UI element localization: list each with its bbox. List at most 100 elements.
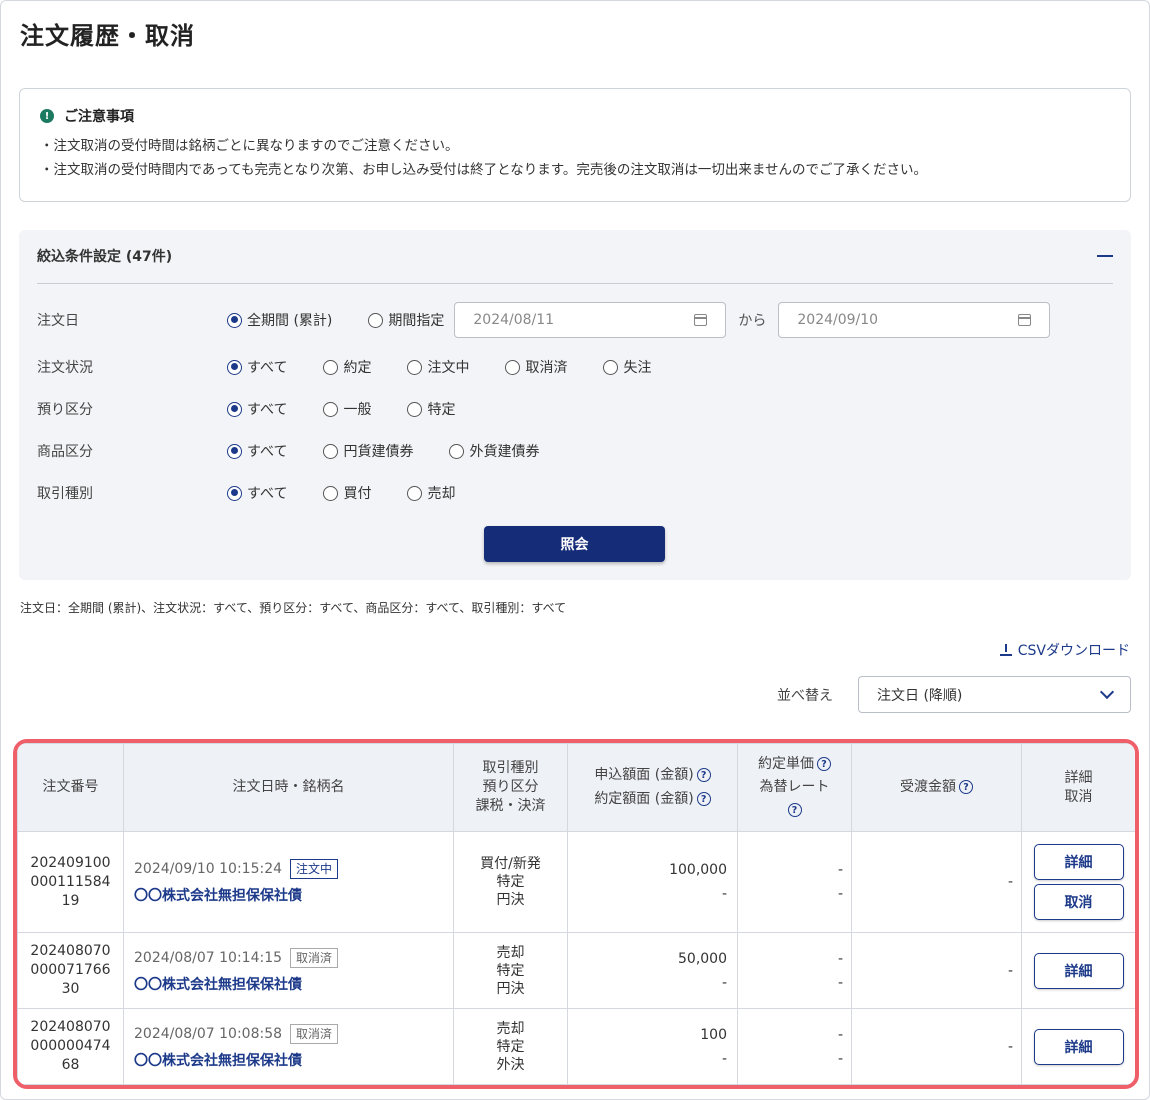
datetime-cell: 2024/08/07 10:08:58 取消済 〇〇株式会社無担保保社債 bbox=[123, 1008, 454, 1085]
radio-product-foreign[interactable]: 外貨建債券 bbox=[449, 441, 539, 461]
rate-cell: -- bbox=[737, 932, 852, 1009]
calendar-icon[interactable] bbox=[694, 314, 708, 326]
collapse-icon[interactable] bbox=[1097, 255, 1113, 257]
sort-select[interactable]: 注文日 (降順) bbox=[858, 676, 1131, 713]
datetime-cell: 2024/09/10 10:15:24 注文中 〇〇株式会社無担保保社債 bbox=[123, 831, 454, 933]
total-cell: - bbox=[851, 1008, 1022, 1085]
radio-status-ordering[interactable]: 注文中 bbox=[407, 357, 469, 377]
page-title: 注文履歴・取消 bbox=[20, 22, 195, 50]
order-no-cell: 202408070 000071766 30 bbox=[17, 932, 124, 1009]
to-date-input[interactable]: 2024/09/10 bbox=[778, 302, 1051, 338]
filter-panel: 絞込条件設定 (47件) 注文日 全期間 (累計) 期間指定 2024/08/1… bbox=[19, 230, 1131, 580]
radio-unchecked-icon bbox=[407, 359, 423, 375]
radio-checked-icon bbox=[227, 443, 242, 459]
filter-row-product: 商品区分 すべて 円貨建債券 外貨建債券 bbox=[37, 436, 1113, 466]
bond-name-link[interactable]: 〇〇株式会社無担保保社債 bbox=[134, 974, 453, 994]
divider bbox=[37, 283, 1113, 284]
radio-all-period[interactable]: 全期間 (累計) bbox=[227, 310, 332, 330]
csv-download-link[interactable]: CSVダウンロード bbox=[999, 640, 1130, 660]
filter-row-status: 注文状況 すべて 約定 注文中 取消済 失注 bbox=[37, 352, 1113, 382]
radio-period-specified[interactable]: 期間指定 bbox=[368, 310, 444, 330]
radio-status-all[interactable]: すべて bbox=[227, 357, 287, 377]
header-amount: 申込額面 (金額)? 約定額面 (金額)? bbox=[567, 743, 738, 832]
radio-status-lost[interactable]: 失注 bbox=[603, 357, 651, 377]
header-order-no: 注文番号 bbox=[17, 743, 124, 832]
type-cell: 買付/新発 特定 円決 bbox=[453, 831, 568, 933]
filter-label: 商品区分 bbox=[37, 444, 93, 460]
calendar-icon[interactable] bbox=[1018, 314, 1032, 326]
filter-label: 注文状況 bbox=[37, 360, 93, 376]
radio-unchecked-icon bbox=[603, 359, 619, 375]
amount-cell: 50,000- bbox=[567, 932, 738, 1009]
radio-product-all[interactable]: すべて bbox=[227, 441, 287, 461]
action-cell: 詳細 bbox=[1021, 932, 1135, 1009]
filter-label: 取引種別 bbox=[37, 486, 93, 502]
help-icon[interactable]: ? bbox=[696, 768, 711, 782]
header-action: 詳細 取消 bbox=[1021, 743, 1135, 832]
radio-unchecked-icon bbox=[407, 401, 423, 417]
filter-row-deposit: 預り区分 すべて 一般 特定 bbox=[37, 394, 1113, 424]
help-icon[interactable]: ? bbox=[696, 792, 711, 806]
table-row: 202408070 000071766 30 2024/08/07 10:14:15… bbox=[17, 932, 1135, 1009]
detail-button[interactable]: 詳細 bbox=[1033, 1028, 1124, 1065]
header-datetime: 注文日時・銘柄名 bbox=[123, 743, 454, 832]
header-type: 取引種別 預り区分 課税・決済 bbox=[453, 743, 568, 832]
header-total: 受渡金額? bbox=[851, 743, 1022, 832]
detail-button[interactable]: 詳細 bbox=[1033, 952, 1124, 989]
sort-label: 並べ替え bbox=[777, 688, 833, 704]
total-cell: - bbox=[851, 932, 1022, 1009]
radio-checked-icon bbox=[227, 359, 242, 375]
chevron-down-icon bbox=[1099, 684, 1115, 699]
rate-cell: -- bbox=[737, 831, 852, 933]
help-icon[interactable]: ? bbox=[787, 803, 802, 817]
from-date-input[interactable]: 2024/08/11 bbox=[454, 302, 727, 338]
order-table-container: 注文番号 注文日時・銘柄名 取引種別 預り区分 課税・決済 申込額面 (金額)?… bbox=[13, 739, 1139, 1089]
detail-button[interactable]: 詳細 bbox=[1033, 844, 1124, 880]
cancel-button[interactable]: 取消 bbox=[1033, 884, 1124, 920]
radio-unchecked-icon bbox=[323, 359, 339, 375]
radio-trade-buy[interactable]: 買付 bbox=[323, 483, 371, 503]
radio-unchecked-icon bbox=[449, 443, 465, 459]
amount-cell: 100- bbox=[567, 1008, 738, 1085]
notice-line: ・注文取消の受付時間内であっても完売となり次第、お申し込み受付は終了となります。… bbox=[40, 162, 927, 178]
table-row: 202408070 000000474 68 2024/08/07 10:08:58… bbox=[17, 1008, 1135, 1085]
status-badge: 注文中 bbox=[290, 859, 339, 879]
from-label: から bbox=[738, 313, 767, 329]
notice-line: ・注文取消の受付時間は銘柄ごとに異なりますのでご注意ください。 bbox=[40, 138, 459, 154]
help-icon[interactable]: ? bbox=[959, 780, 973, 794]
bond-name-link[interactable]: 〇〇株式会社無担保保社債 bbox=[134, 1050, 453, 1070]
filter-label: 注文日 bbox=[37, 313, 79, 329]
order-no-cell: 202408070 000000474 68 bbox=[17, 1008, 124, 1085]
notice-title: ご注意事項 bbox=[64, 109, 134, 125]
amount-cell: 100,000- bbox=[567, 831, 738, 933]
help-icon[interactable]: ? bbox=[817, 757, 831, 771]
action-cell: 詳細 取消 bbox=[1021, 831, 1135, 933]
bond-name-link[interactable]: 〇〇株式会社無担保保社債 bbox=[134, 885, 453, 905]
radio-checked-icon bbox=[227, 485, 242, 501]
table-header-row: 注文番号 注文日時・銘柄名 取引種別 預り区分 課税・決済 申込額面 (金額)?… bbox=[17, 743, 1135, 832]
search-button[interactable]: 照会 bbox=[484, 526, 665, 562]
download-icon bbox=[999, 644, 1012, 656]
table-row: 202409100 000111584 19 2024/09/10 10:15:24… bbox=[17, 831, 1135, 933]
filter-row-trade: 取引種別 すべて 買付 売却 bbox=[37, 478, 1113, 508]
radio-status-cancelled[interactable]: 取消済 bbox=[505, 357, 567, 377]
radio-deposit-all[interactable]: すべて bbox=[227, 399, 287, 419]
radio-deposit-specific[interactable]: 特定 bbox=[407, 399, 455, 419]
type-cell: 売却 特定 円決 bbox=[453, 932, 568, 1009]
radio-deposit-general[interactable]: 一般 bbox=[323, 399, 371, 419]
filter-label: 預り区分 bbox=[37, 402, 93, 418]
rate-cell: -- bbox=[737, 1008, 852, 1085]
status-badge: 取消済 bbox=[290, 947, 339, 968]
datetime-cell: 2024/08/07 10:14:15 取消済 〇〇株式会社無担保保社債 bbox=[123, 932, 454, 1009]
radio-trade-sell[interactable]: 売却 bbox=[407, 483, 455, 503]
filter-summary: 注文日：全期間 (累計)、注文状況：すべて、預り区分：すべて、商品区分：すべて、… bbox=[20, 601, 567, 615]
order-table: 注文番号 注文日時・銘柄名 取引種別 預り区分 課税・決済 申込額面 (金額)?… bbox=[17, 743, 1135, 1085]
radio-unchecked-icon bbox=[505, 359, 521, 375]
radio-status-executed[interactable]: 約定 bbox=[323, 357, 371, 377]
radio-trade-all[interactable]: すべて bbox=[227, 483, 287, 503]
radio-product-yen[interactable]: 円貨建債券 bbox=[323, 441, 413, 461]
status-badge: 取消済 bbox=[290, 1023, 339, 1044]
radio-checked-icon bbox=[227, 312, 242, 328]
radio-unchecked-icon bbox=[323, 401, 339, 417]
filter-row-order-date: 注文日 全期間 (累計) 期間指定 2024/08/11 から 2024/09/… bbox=[37, 302, 1113, 338]
